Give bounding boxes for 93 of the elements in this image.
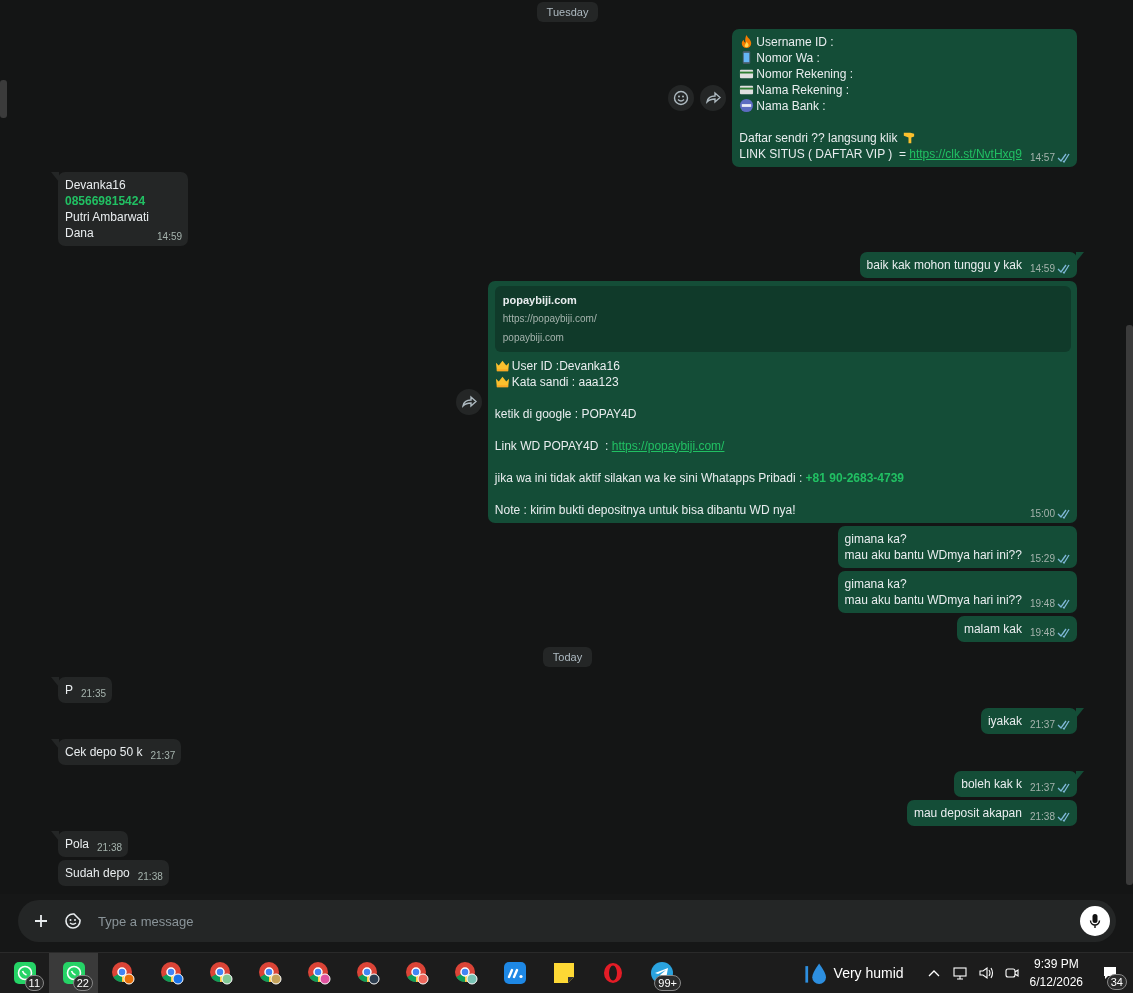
double-check-icon — [1057, 553, 1071, 564]
message-time: 21:38 — [97, 842, 123, 854]
message-text: gimana ka? — [844, 575, 908, 592]
forward-icon — [460, 393, 477, 410]
message-text: baik kak mohon tunggu y kak — [866, 256, 1022, 273]
weather-label[interactable]: Very humid — [833, 965, 904, 981]
double-check-icon — [1057, 811, 1071, 822]
preview-url: https://popaybiji.com/ — [502, 311, 598, 326]
app-icon — [502, 961, 527, 985]
link[interactable]: https://clk.st/NvtHxq9 — [909, 147, 1022, 161]
date-pill: Tuesday — [536, 2, 599, 22]
message-text: Nama Bank : — [739, 98, 1022, 114]
clock-date[interactable]: 6/12/2026 — [1029, 973, 1083, 991]
forward-button[interactable] — [700, 85, 727, 111]
scrollbar[interactable] — [0, 80, 7, 118]
sticker-icon[interactable] — [64, 912, 82, 930]
message-text: Nama Rekening : — [739, 82, 1022, 98]
microphone-button[interactable] — [1080, 906, 1110, 936]
message-text: iyakak — [987, 712, 1022, 729]
link[interactable]: https://popaybiji.com/ — [611, 438, 725, 453]
clock-time[interactable]: 9:39 PM — [1033, 955, 1079, 973]
message-text: Cek depo 50 k — [65, 744, 143, 761]
message-time: 15:29 — [1029, 552, 1055, 565]
message-field[interactable]: Type a message — [18, 900, 1116, 942]
microphone-icon — [1087, 913, 1103, 929]
message-text: Devanka16 — [65, 177, 127, 194]
phone-number: 085669815424 — [65, 194, 146, 209]
message-text: Nomor Rekening : — [739, 66, 1022, 82]
message-time: 21:37 — [1029, 781, 1055, 794]
message-text: P — [65, 681, 73, 698]
count-badge: 11 — [24, 975, 44, 991]
network-icon[interactable] — [951, 965, 968, 981]
message-input[interactable]: Type a message — [96, 912, 1066, 930]
taskbar-app[interactable]: 22 — [49, 953, 98, 993]
forward-button[interactable] — [455, 388, 482, 415]
message-text: gimana ka? — [844, 530, 908, 547]
message-time: 15:00 — [1029, 507, 1055, 520]
double-check-icon — [1057, 153, 1071, 163]
message-time: 21:38 — [1029, 810, 1055, 823]
date-pill: Today — [542, 647, 593, 668]
double-check-icon — [1057, 263, 1071, 274]
count-badge: 34 — [1106, 974, 1127, 990]
message-text: Note : kirim bukti depositnya untuk bisa dibantu WD nya! — [494, 501, 797, 518]
message-text: mau aku bantu WDmya hari ini?? — [844, 591, 1022, 608]
emoji-button[interactable] — [668, 85, 695, 111]
phone-number: +81 90-2683-4739 — [805, 470, 905, 485]
message-time: 14:59 — [1029, 262, 1055, 275]
message-text: User ID :Devanka16 — [494, 357, 905, 374]
count-badge: 99+ — [654, 975, 681, 991]
message-text: Link WD POPAY4D : https://popaybiji.com/ — [494, 437, 726, 454]
message-time: 21:35 — [81, 687, 107, 700]
message-time: 21:37 — [150, 750, 176, 763]
camera-icon[interactable] — [1003, 965, 1020, 981]
message-time: 19:48 — [1029, 597, 1055, 610]
forward-icon — [705, 90, 722, 106]
message-text: Putri Ambarwati — [65, 209, 150, 226]
message-text: ketik di google : POPAY4D — [494, 405, 638, 422]
message-time: 21:38 — [137, 871, 163, 883]
message-text: malam kak — [963, 620, 1022, 637]
message-text: Kata sandi : aaa123 — [494, 373, 905, 390]
atm-icon — [739, 98, 755, 113]
preview-title: popaybiji.com — [502, 292, 578, 308]
message-time: 14:57 — [1029, 152, 1055, 164]
double-check-icon — [1057, 598, 1071, 609]
message-time: 19:48 — [1029, 626, 1055, 639]
taskbar-app[interactable]: 11 — [0, 953, 49, 993]
double-check-icon — [1057, 719, 1071, 730]
taskbar-app[interactable]: 99+ — [637, 953, 686, 993]
double-check-icon — [1057, 782, 1071, 793]
volume-icon[interactable] — [977, 965, 994, 981]
link-preview[interactable]: popaybiji.com https://popaybiji.com/ popaybiji.com — [494, 285, 1071, 352]
scrollbar[interactable] — [1126, 325, 1133, 885]
message-text: Daftar sendri ?? langsung klik — [739, 130, 1022, 146]
message-text: mau deposit akapan — [913, 804, 1022, 821]
message-text: Username ID : — [739, 34, 1022, 50]
preview-domain: popaybiji.com — [502, 330, 565, 345]
message-text: boleh kak k — [961, 775, 1022, 792]
double-check-icon — [1057, 627, 1071, 638]
double-check-icon — [1057, 508, 1071, 519]
sticky-note-icon — [551, 961, 576, 985]
count-badge: 22 — [72, 975, 93, 991]
message-time: 14:59 — [157, 231, 183, 244]
plus-icon[interactable] — [32, 912, 50, 930]
message-time: 21:37 — [1029, 718, 1055, 731]
smiley-icon — [673, 90, 690, 106]
message-text: Dana — [65, 225, 95, 242]
message-text: Nomor Wa : — [739, 50, 1022, 66]
message-text: Pola — [65, 836, 90, 852]
message-text: mau aku bantu WDmya hari ini?? — [844, 546, 1022, 563]
message-text: jika wa ini tidak aktif silakan wa ke sini Whatapps Pribadi : +81 90-2683-4739 — [494, 469, 905, 486]
message-text: LINK SITUS ( DAFTAR VIP ) = https://clk.st/NvtHxq9 — [739, 146, 1022, 162]
water-drop-icon — [803, 962, 826, 984]
message-text: Sudah depo — [65, 865, 130, 881]
